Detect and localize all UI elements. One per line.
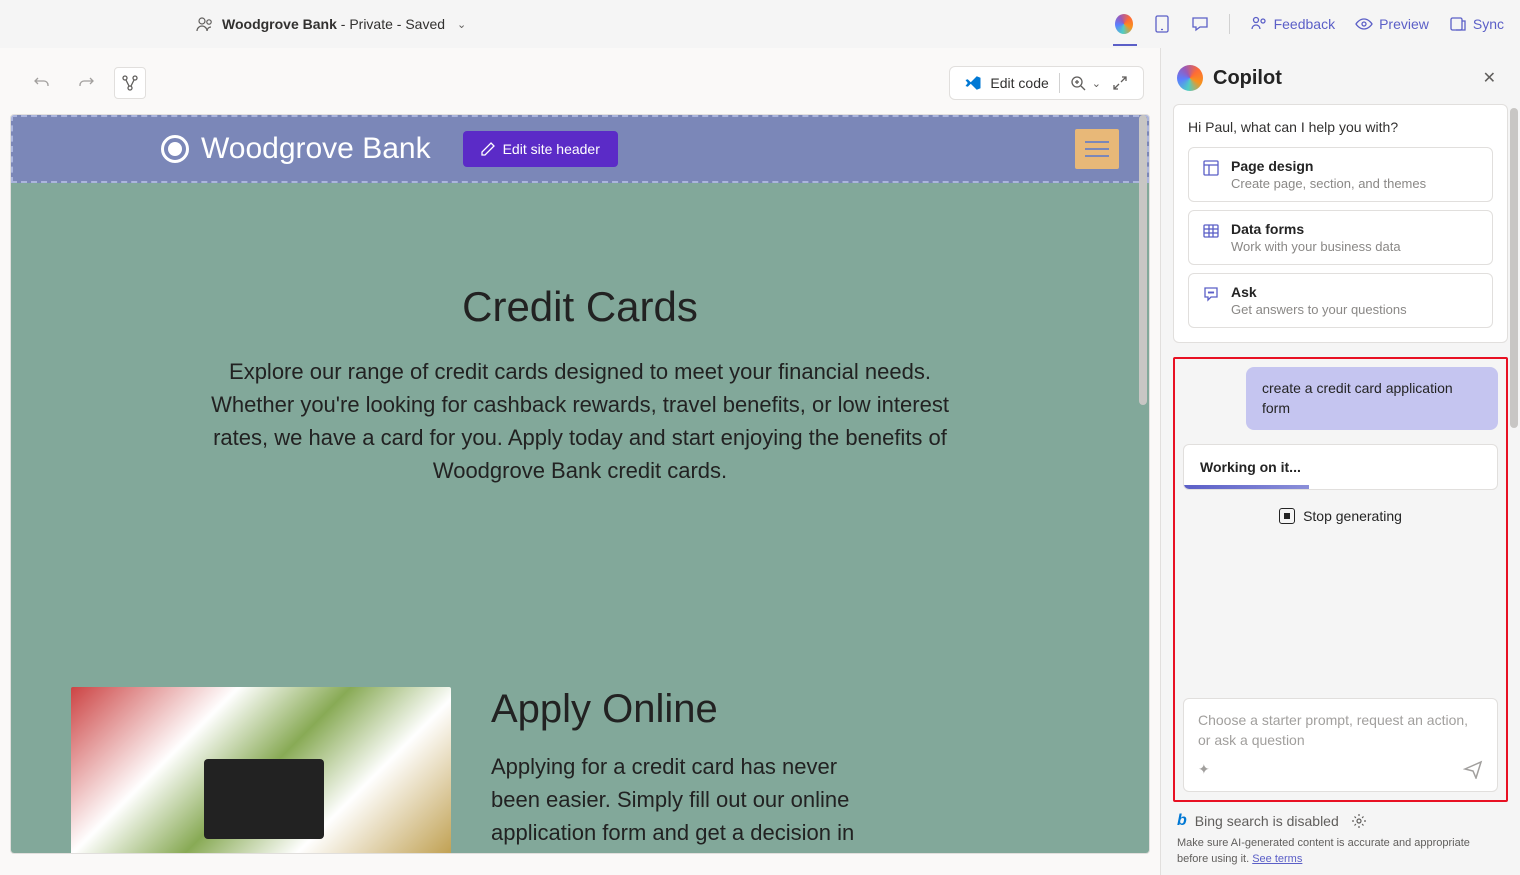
document-title: Woodgrove Bank - Private - Saved <box>222 16 445 32</box>
prompt-desc: Work with your business data <box>1231 239 1401 254</box>
hero-text: Explore our range of credit cards design… <box>200 355 960 487</box>
disclaimer: Make sure AI-generated content is accura… <box>1173 836 1508 867</box>
canvas-toolbar: Edit code ⌄ <box>10 58 1160 108</box>
brand-logo-icon <box>161 135 189 163</box>
progress-bar <box>1184 485 1309 489</box>
top-bar: Woodgrove Bank - Private - Saved ⌄ Feedb… <box>0 0 1520 48</box>
bing-status-row: b Bing search is disabled <box>1173 802 1508 836</box>
prompt-desc: Get answers to your questions <box>1231 302 1407 317</box>
expand-button[interactable] <box>1111 74 1129 92</box>
undo-button[interactable] <box>26 67 58 99</box>
close-icon[interactable]: ✕ <box>1479 64 1500 92</box>
sparkle-icon[interactable]: ✦ <box>1198 761 1210 778</box>
copilot-header: Copilot ✕ <box>1173 60 1508 104</box>
sync-button[interactable]: Sync <box>1449 15 1504 33</box>
copilot-title: Copilot <box>1213 67 1282 90</box>
canvas-content[interactable]: Woodgrove Bank Edit site header Credit C… <box>10 114 1150 854</box>
scrollbar[interactable] <box>1510 108 1518 428</box>
hero-section[interactable]: Credit Cards Explore our range of credit… <box>11 183 1149 547</box>
prompt-ask[interactable]: Ask Get answers to your questions <box>1188 273 1493 328</box>
relationships-button[interactable] <box>114 67 146 99</box>
preview-button[interactable]: Preview <box>1355 15 1429 33</box>
conversation-highlight: create a credit card application form Wo… <box>1173 357 1508 802</box>
input-placeholder: Choose a starter prompt, request an acti… <box>1198 711 1483 751</box>
apply-title: Apply Online <box>491 687 891 732</box>
prompt-label: Page design <box>1231 158 1426 174</box>
table-icon <box>1201 221 1221 241</box>
apply-text: Applying for a credit card has never bee… <box>491 750 891 849</box>
divider <box>1059 73 1060 93</box>
apply-section[interactable]: Apply Online Applying for a credit card … <box>11 547 1149 854</box>
bing-icon: b <box>1177 812 1187 830</box>
layout-icon <box>1201 158 1221 178</box>
scrollbar[interactable] <box>1139 115 1147 405</box>
top-actions: Feedback Preview Sync <box>1115 14 1504 34</box>
copilot-input[interactable]: Choose a starter prompt, request an acti… <box>1183 698 1498 792</box>
divider <box>1229 14 1230 34</box>
edit-site-header-button[interactable]: Edit site header <box>463 131 618 167</box>
working-status: Working on it... <box>1183 444 1498 490</box>
chevron-down-icon[interactable]: ⌄ <box>457 18 466 31</box>
gear-icon[interactable] <box>1351 813 1367 829</box>
brand-name: Woodgrove Bank <box>201 132 431 166</box>
copilot-panel: Copilot ✕ Hi Paul, what can I help you w… <box>1160 48 1520 875</box>
site-brand: Woodgrove Bank Edit site header <box>161 131 618 167</box>
apply-image <box>71 687 451 854</box>
hero-title: Credit Cards <box>71 283 1089 331</box>
comment-icon[interactable] <box>1191 15 1209 33</box>
bing-status-text: Bing search is disabled <box>1195 813 1339 829</box>
stop-generating-button[interactable]: Stop generating <box>1183 504 1498 528</box>
copilot-logo-icon <box>1177 65 1203 91</box>
prompt-page-design[interactable]: Page design Create page, section, and th… <box>1188 147 1493 202</box>
stop-icon <box>1279 508 1295 524</box>
edit-code-button[interactable]: Edit code <box>964 74 1048 92</box>
prompt-desc: Create page, section, and themes <box>1231 176 1426 191</box>
site-header[interactable]: Woodgrove Bank Edit site header <box>11 115 1149 183</box>
prompt-label: Data forms <box>1231 221 1401 237</box>
canvas-area: Edit code ⌄ Woodgrove Bank <box>0 48 1160 875</box>
tablet-icon[interactable] <box>1153 15 1171 33</box>
send-icon[interactable] <box>1463 759 1483 779</box>
greeting-card: Hi Paul, what can I help you with? Page … <box>1173 104 1508 343</box>
document-title-group[interactable]: Woodgrove Bank - Private - Saved ⌄ <box>196 15 466 33</box>
chat-icon <box>1201 284 1221 304</box>
see-terms-link[interactable]: See terms <box>1252 853 1302 865</box>
zoom-button[interactable] <box>1070 75 1086 91</box>
vscode-icon <box>964 74 982 92</box>
user-message: create a credit card application form <box>1246 367 1498 430</box>
people-icon <box>196 15 214 33</box>
hamburger-menu[interactable] <box>1075 129 1119 169</box>
copilot-toggle[interactable] <box>1115 15 1133 33</box>
zoom-dropdown-icon[interactable]: ⌄ <box>1092 77 1101 90</box>
prompt-label: Ask <box>1231 284 1407 300</box>
prompt-data-forms[interactable]: Data forms Work with your business data <box>1188 210 1493 265</box>
redo-button[interactable] <box>70 67 102 99</box>
greeting-text: Hi Paul, what can I help you with? <box>1188 119 1493 135</box>
pencil-icon <box>481 142 495 156</box>
feedback-button[interactable]: Feedback <box>1250 15 1335 33</box>
